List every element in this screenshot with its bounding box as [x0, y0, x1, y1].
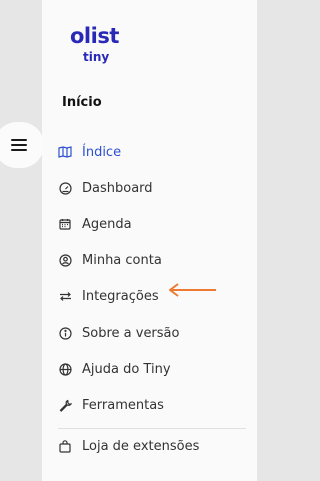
nav-item-label: Agenda: [82, 216, 132, 232]
calendar-icon: [58, 217, 72, 231]
nav-item-agenda[interactable]: Agenda: [58, 206, 248, 242]
nav-item-label: Loja de extensões: [82, 439, 200, 455]
map-icon: [58, 145, 72, 159]
nav-item-label: Sobre a versão: [82, 325, 180, 341]
nav-item-loja-de-extensoes[interactable]: Loja de extensões: [58, 429, 248, 465]
nav-item-label: Ferramentas: [82, 397, 164, 413]
nav-item-indice[interactable]: Índice: [58, 134, 248, 170]
arrows-exchange-icon: [58, 290, 72, 304]
user-icon: [58, 254, 72, 268]
annotation-arrow-icon: [169, 283, 216, 297]
nav-item-sobre-a-versao[interactable]: Sobre a versão: [58, 315, 248, 351]
left-rail: [0, 0, 42, 481]
nav-item-integracoes[interactable]: Integrações: [58, 279, 248, 315]
olist-tiny-logo[interactable]: olist tiny: [70, 24, 119, 64]
hamburger-icon: [11, 139, 27, 151]
nav-item-label: Índice: [82, 144, 122, 160]
info-icon: [58, 326, 72, 340]
nav-item-ajuda-do-tiny[interactable]: Ajuda do Tiny: [58, 351, 248, 387]
wrench-icon: [58, 398, 72, 412]
nav-item-label: Minha conta: [82, 253, 162, 269]
nav-item-label: Ajuda do Tiny: [82, 361, 171, 377]
logo-product: tiny: [83, 50, 110, 64]
menu-toggle-button[interactable]: [0, 122, 44, 168]
nav-item-minha-conta[interactable]: Minha conta: [58, 243, 248, 279]
gauge-icon: [58, 181, 72, 195]
globe-icon: [58, 362, 72, 376]
nav-item-ferramentas[interactable]: Ferramentas: [58, 387, 248, 423]
side-menu-panel: olist tiny Início Índice Dashboard Agend…: [42, 0, 257, 481]
logo-brand: olist: [70, 24, 119, 48]
shopping-bag-icon: [58, 440, 72, 454]
nav-item-label: Dashboard: [82, 180, 153, 196]
section-title: Início: [62, 95, 102, 110]
nav-item-label: Integrações: [82, 289, 159, 305]
side-nav: Índice Dashboard Agenda Minha conta Inte…: [58, 134, 248, 465]
nav-item-dashboard[interactable]: Dashboard: [58, 170, 248, 206]
